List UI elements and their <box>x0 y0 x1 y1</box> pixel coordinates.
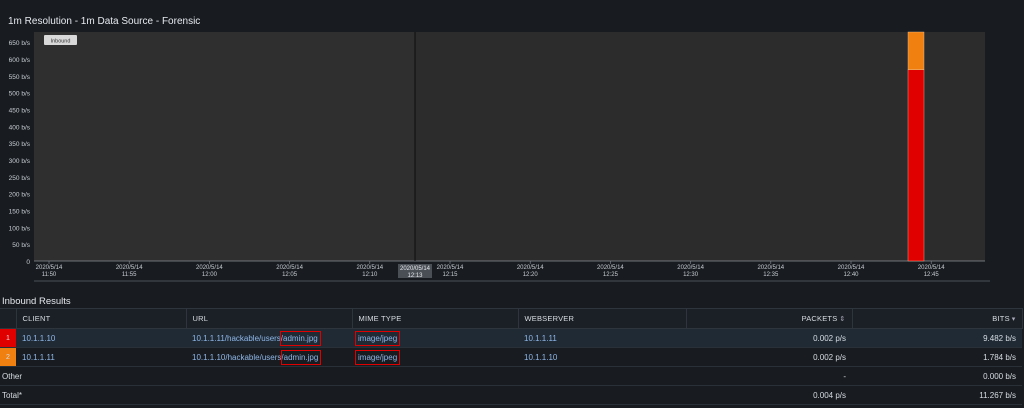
total-packets: 0.004 p/s <box>686 385 852 405</box>
rank-badge: 1 <box>0 328 16 348</box>
table-row[interactable]: 1 10.1.1.10 10.1.1.11/hackable/users/adm… <box>0 328 1022 348</box>
x-tick-time: 12:00 <box>202 272 218 278</box>
x-tick-date: 2020/5/14 <box>196 265 223 271</box>
webserver-link[interactable]: 10.1.1.10 <box>518 347 686 367</box>
cursor-tooltip-date: 2020/05/14 <box>400 266 431 272</box>
url-link[interactable]: 10.1.1.11/hackable/users/admin.jpg <box>186 328 352 348</box>
y-tick-label: 350 b/s <box>9 141 31 148</box>
sort-desc-icon: ▾ <box>1011 316 1016 323</box>
packets-value: 0.002 p/s <box>686 347 852 367</box>
cursor-tooltip-time: 12:13 <box>407 273 423 279</box>
bits-header-label: BITS <box>992 314 1010 323</box>
y-tick-label: 300 b/s <box>9 158 31 165</box>
x-tick-time: 12:10 <box>362 272 378 278</box>
client-link[interactable]: 10.1.1.10 <box>16 328 186 348</box>
mime-highlight: image/jpeg <box>354 349 401 365</box>
url-link[interactable]: 10.1.1.10/hackable/users/admin.jpg <box>186 347 352 367</box>
x-tick-time: 12:45 <box>924 272 940 278</box>
results-title: Inbound Results <box>2 296 71 307</box>
x-tick-time: 12:35 <box>763 272 779 278</box>
rank-header <box>0 308 17 329</box>
x-tick-date: 2020/5/14 <box>597 265 624 271</box>
other-bits: 0.000 b/s <box>852 366 1022 386</box>
webserver-header[interactable]: WEBSERVER <box>518 308 687 329</box>
packets-value: 0.002 p/s <box>686 328 852 348</box>
bits-value: 1.784 b/s <box>852 347 1022 367</box>
y-tick-label: 500 b/s <box>9 91 31 98</box>
plot-area-left <box>34 32 415 261</box>
y-tick-label: 50 b/s <box>12 242 30 249</box>
y-tick-label: 400 b/s <box>9 124 31 131</box>
x-tick-time: 12:30 <box>683 272 699 278</box>
url-file-highlight: admin.jpg <box>280 330 321 346</box>
other-label: Other <box>0 366 686 386</box>
y-tick-label: 150 b/s <box>9 208 31 215</box>
y-tick-label: 450 b/s <box>9 107 31 114</box>
total-row: Total* 0.004 p/s 11.267 b/s <box>0 385 1022 405</box>
mime-header[interactable]: MIME TYPE <box>352 308 519 329</box>
table-row[interactable]: 2 10.1.1.11 10.1.1.10/hackable/users/adm… <box>0 347 1022 367</box>
mime-link[interactable]: image/jpeg <box>352 347 518 367</box>
client-header[interactable]: CLIENT <box>16 308 187 329</box>
client-link[interactable]: 10.1.1.11 <box>16 347 186 367</box>
url-prefix: 10.1.1.11/hackable/users/ <box>192 333 284 343</box>
chart-svg: 0 50 b/s 100 b/s 150 b/s 200 b/s 250 b/s 300 b… <box>9 31 990 282</box>
x-tick-time: 12:15 <box>442 272 458 278</box>
x-tick-time: 11:50 <box>42 272 57 278</box>
legend-inbound-label: Inbound <box>51 39 71 45</box>
y-tick-label: 100 b/s <box>9 225 31 232</box>
sort-both-icon: ⇕ <box>839 316 846 323</box>
x-tick-date: 2020/5/14 <box>116 265 143 271</box>
packets-header-label: PACKETS <box>801 314 838 323</box>
webserver-link[interactable]: 10.1.1.11 <box>518 328 686 348</box>
mime-highlight: image/jpeg <box>354 330 401 346</box>
x-tick-date: 2020/5/14 <box>36 265 63 271</box>
x-tick-time: 12:05 <box>282 272 298 278</box>
other-row: Other - 0.000 b/s <box>0 366 1022 386</box>
x-tick-date: 2020/5/14 <box>838 265 865 271</box>
x-tick-time: 12:20 <box>523 272 539 278</box>
traffic-chart[interactable]: 0 50 b/s 100 b/s 150 b/s 200 b/s 250 b/s 300 b… <box>0 30 1000 282</box>
rank-badge: 2 <box>0 347 16 367</box>
table-header: CLIENT URL MIME TYPE WEBSERVER PACKETS ⇕ … <box>0 308 1023 329</box>
total-label: Total* <box>0 385 686 405</box>
x-tick-date: 2020/5/14 <box>437 265 464 271</box>
url-prefix: 10.1.1.10/hackable/users/ <box>192 352 284 362</box>
y-tick-label: 250 b/s <box>9 175 31 182</box>
plot-area-right <box>415 32 985 261</box>
x-tick-time: 12:40 <box>843 272 859 278</box>
y-tick-label: 650 b/s <box>9 40 31 47</box>
x-tick-date: 2020/5/14 <box>677 265 704 271</box>
x-tick-date: 2020/5/14 <box>918 265 945 271</box>
url-header[interactable]: URL <box>186 308 353 329</box>
mime-link[interactable]: image/jpeg <box>352 328 518 348</box>
y-tick-label: 200 b/s <box>9 192 31 199</box>
bits-header[interactable]: BITS ▾ <box>852 308 1023 329</box>
y-tick-label: 550 b/s <box>9 74 31 81</box>
y-tick-label: 600 b/s <box>9 57 31 64</box>
bar-series-1 <box>907 69 925 262</box>
x-tick-date: 2020/5/14 <box>757 265 784 271</box>
results-table: CLIENT URL MIME TYPE WEBSERVER PACKETS ⇕ … <box>0 308 1023 405</box>
total-bits: 11.267 b/s <box>852 385 1022 405</box>
bits-value: 9.482 b/s <box>852 328 1022 348</box>
x-tick-date: 2020/5/14 <box>276 265 303 271</box>
packets-header[interactable]: PACKETS ⇕ <box>686 308 853 329</box>
panel-title: 1m Resolution - 1m Data Source - Forensi… <box>8 16 201 27</box>
x-tick-date: 2020/5/14 <box>356 265 383 271</box>
x-tick-time: 12:25 <box>603 272 619 278</box>
other-packets: - <box>686 366 852 386</box>
x-tick-date: 2020/5/14 <box>517 265 544 271</box>
y-tick-label: 0 <box>26 259 30 266</box>
bar-series-2 <box>907 31 925 70</box>
url-file-highlight: admin.jpg <box>280 349 322 365</box>
x-tick-time: 11:55 <box>122 272 137 278</box>
